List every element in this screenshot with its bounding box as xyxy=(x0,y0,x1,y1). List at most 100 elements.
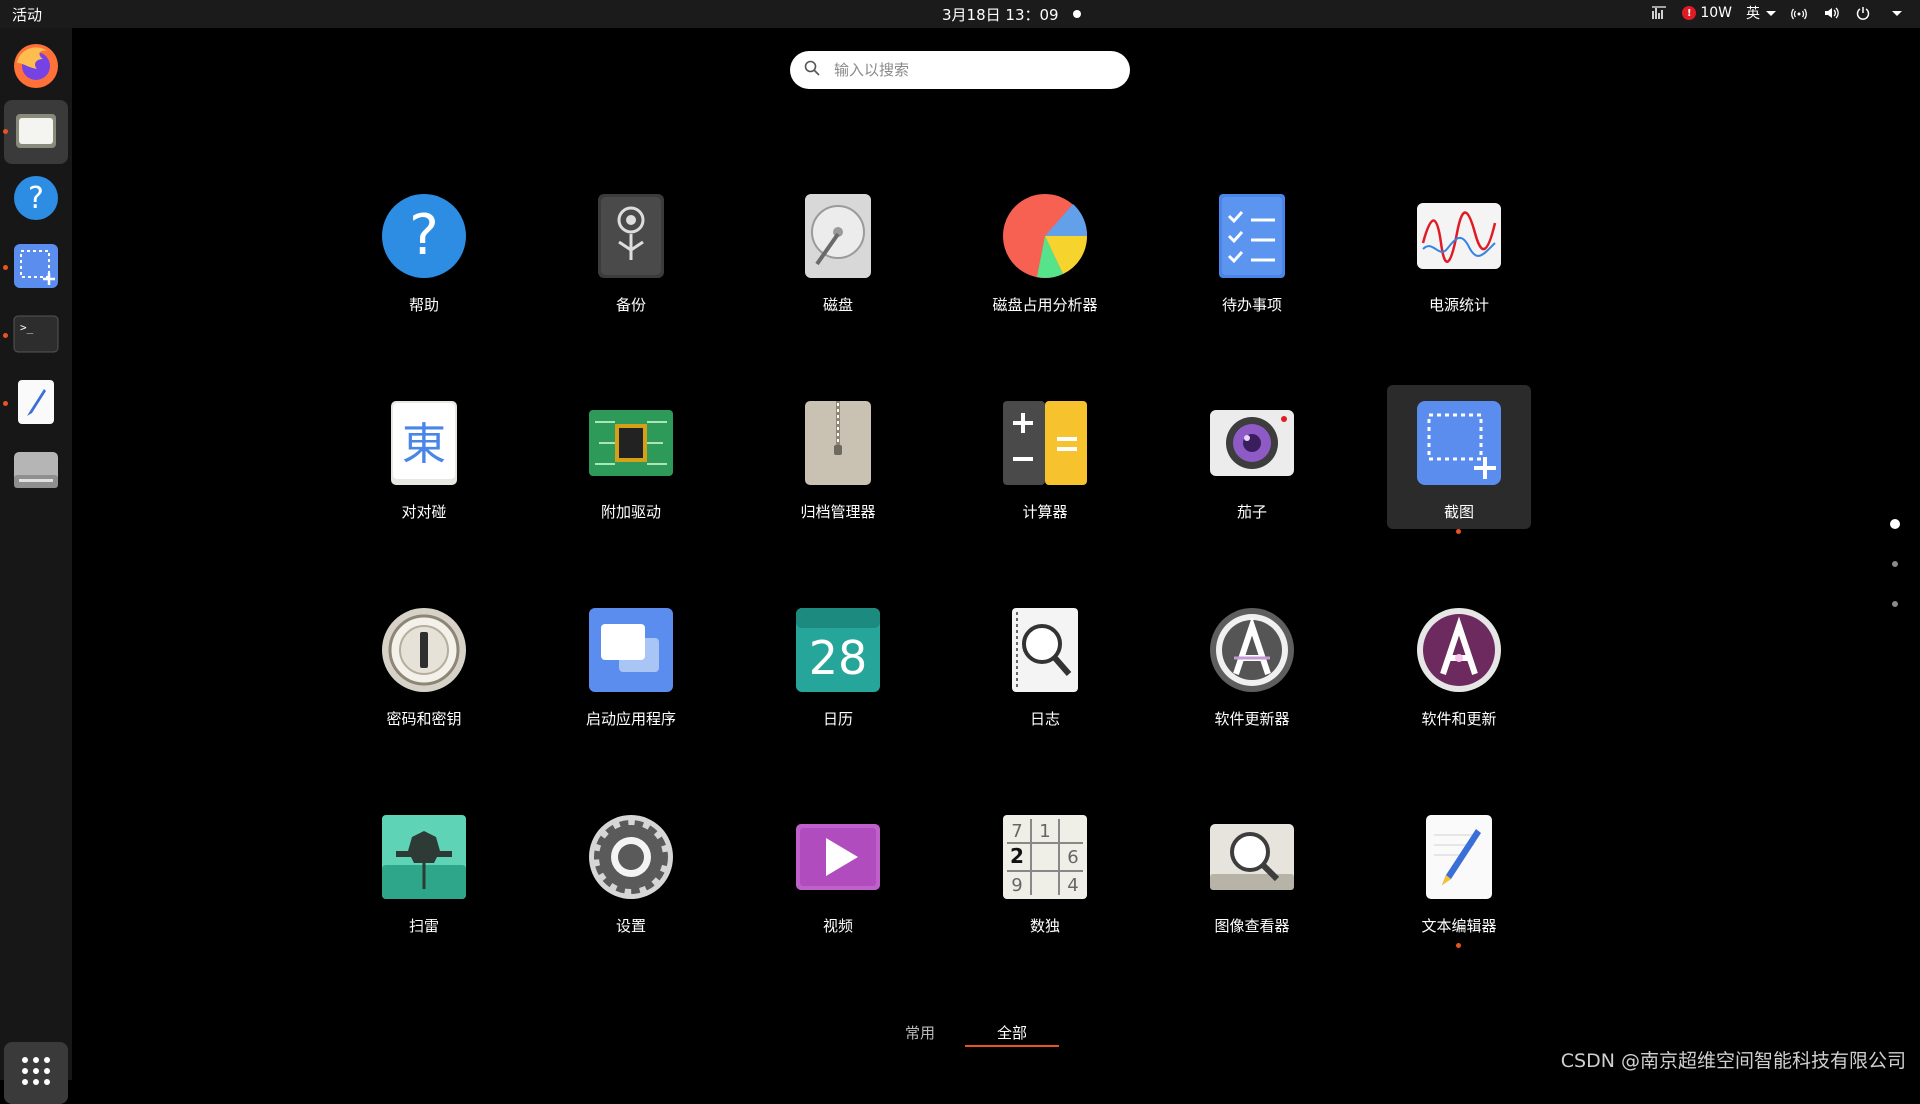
sudoku-digit: 6 xyxy=(1067,847,1078,868)
app-image-viewer[interactable]: 图像查看器 xyxy=(1180,799,1324,943)
dock-item-terminal[interactable]: >_ xyxy=(3,304,68,368)
app-label: 启动应用程序 xyxy=(585,710,676,728)
activities-button[interactable]: 活动 xyxy=(12,4,42,25)
input-method-label: 英 xyxy=(1746,6,1760,22)
app-label: 数独 xyxy=(1029,917,1060,935)
files-icon xyxy=(14,110,58,154)
app-sudoku[interactable]: 7 1 2 6 9 4 数独 xyxy=(973,799,1117,943)
show-applications-button[interactable] xyxy=(4,1042,68,1104)
app-drivers[interactable]: 附加驱动 xyxy=(559,385,703,529)
svg-text:東: 東 xyxy=(402,419,446,470)
tab-all[interactable]: 全部 xyxy=(965,1022,1059,1043)
power-alert[interactable]: ! 10W xyxy=(1682,5,1732,21)
app-label: 帮助 xyxy=(408,296,439,314)
app-backup[interactable]: 备份 xyxy=(559,178,703,322)
clock[interactable]: 3月18日 13：09 xyxy=(942,4,1081,25)
sudoku-digit: 7 xyxy=(1011,821,1022,842)
running-indicator xyxy=(3,401,8,406)
app-software-updater[interactable]: 软件更新器 xyxy=(1180,592,1324,736)
show-applications-icon xyxy=(20,1055,52,1091)
notification-dot xyxy=(1072,10,1081,18)
software-updater-icon xyxy=(1210,608,1294,692)
dock-item-files[interactable] xyxy=(3,100,68,164)
app-cheese[interactable]: 茄子 xyxy=(1180,385,1324,529)
volume-icon[interactable] xyxy=(1822,4,1840,22)
firefox-icon xyxy=(11,41,61,95)
terminal-icon: >_ xyxy=(13,315,59,357)
app-label: 视频 xyxy=(822,917,853,935)
app-settings[interactable]: 设置 xyxy=(559,799,703,943)
sudoku-icon: 7 1 2 6 9 4 xyxy=(1003,815,1087,899)
screenshot-icon xyxy=(13,243,59,293)
app-software-sources[interactable]: 软件和更新 xyxy=(1387,592,1531,736)
app-label: 备份 xyxy=(615,296,646,314)
sudoku-digit: 4 xyxy=(1067,875,1078,896)
app-label: 电源统计 xyxy=(1428,296,1489,314)
dock-item-screenshot[interactable] xyxy=(3,236,68,300)
app-power-stats[interactable]: 电源统计 xyxy=(1387,178,1531,322)
app-label: 待办事项 xyxy=(1221,296,1282,314)
dock-item-help[interactable]: ? xyxy=(4,168,68,232)
input-method-indicator[interactable]: 英 xyxy=(1746,3,1776,23)
calendar-day-text: 28 xyxy=(809,631,868,685)
app-screenshot[interactable]: 截图 xyxy=(1387,385,1531,534)
dock-item-text-editor[interactable] xyxy=(3,372,68,436)
svg-text:?: ? xyxy=(28,181,44,216)
app-label: 截图 xyxy=(1443,503,1474,521)
videos-icon xyxy=(796,815,880,899)
backup-icon xyxy=(589,194,673,278)
app-disks[interactable]: 磁盘 xyxy=(766,178,910,322)
app-grid: ? 帮助 备份 磁盘 磁盘占用分析器 待办事项 电源统计 東 对对碰 附加驱动 … xyxy=(352,178,1552,1018)
app-mahjongg[interactable]: 東 对对碰 xyxy=(352,385,496,529)
app-videos[interactable]: 视频 xyxy=(766,799,910,943)
drivers-icon xyxy=(589,401,673,485)
chevron-down-icon xyxy=(1766,11,1776,16)
power-alert-text: 10W xyxy=(1700,5,1732,21)
power-icon[interactable] xyxy=(1854,4,1872,22)
svg-text:>_: >_ xyxy=(20,321,34,334)
app-label: 软件更新器 xyxy=(1214,710,1290,728)
network-monitor-icon[interactable] xyxy=(1650,4,1668,22)
app-label: 对对碰 xyxy=(401,503,447,521)
app-archive-manager[interactable]: 归档管理器 xyxy=(766,385,910,529)
wireless-icon[interactable] xyxy=(1790,4,1808,22)
page-indicator-2[interactable] xyxy=(1892,561,1898,567)
startup-apps-icon xyxy=(589,608,673,692)
app-label: 归档管理器 xyxy=(800,503,876,521)
dock-item-firefox[interactable] xyxy=(4,36,68,100)
app-calendar[interactable]: 28 日历 xyxy=(766,592,910,736)
logs-icon xyxy=(1003,608,1087,692)
app-disk-usage[interactable]: 磁盘占用分析器 xyxy=(973,178,1117,322)
power-stats-icon xyxy=(1417,194,1501,278)
app-passwords[interactable]: 密码和密钥 xyxy=(352,592,496,736)
app-todo[interactable]: 待办事项 xyxy=(1180,178,1324,322)
app-mines[interactable]: 扫雷 xyxy=(352,799,496,943)
search-input[interactable] xyxy=(832,60,1116,80)
app-text-editor[interactable]: 文本编辑器 xyxy=(1387,799,1531,948)
dock-item-drive[interactable] xyxy=(4,440,68,504)
search-icon xyxy=(804,60,820,80)
system-tray: ! 10W 英 xyxy=(1650,3,1902,23)
top-bar: 活动 3月18日 13：09 ! 10W 英 xyxy=(0,0,1920,28)
app-label: 密码和密钥 xyxy=(386,710,462,728)
running-indicator xyxy=(1456,943,1461,948)
settings-icon xyxy=(589,815,673,899)
mahjongg-icon: 東 xyxy=(382,401,466,485)
app-help[interactable]: ? 帮助 xyxy=(352,178,496,322)
page-indicator-1[interactable] xyxy=(1890,519,1900,529)
app-logs[interactable]: 日志 xyxy=(973,592,1117,736)
disk-usage-icon xyxy=(1003,194,1087,278)
mines-icon xyxy=(382,815,466,899)
system-menu-chevron-icon[interactable] xyxy=(1892,10,1902,16)
text-editor-icon xyxy=(16,379,56,429)
search-box[interactable] xyxy=(790,51,1130,89)
page-indicator-3[interactable] xyxy=(1892,601,1898,607)
screenshot-icon xyxy=(1417,401,1501,485)
app-label: 磁盘 xyxy=(822,296,853,314)
app-startup-apps[interactable]: 启动应用程序 xyxy=(559,592,703,736)
app-label: 磁盘占用分析器 xyxy=(992,296,1098,314)
sudoku-digit: 9 xyxy=(1011,875,1022,896)
app-calculator[interactable]: 计算器 xyxy=(973,385,1117,529)
tab-frequent[interactable]: 常用 xyxy=(880,1022,960,1043)
disks-icon xyxy=(796,194,880,278)
